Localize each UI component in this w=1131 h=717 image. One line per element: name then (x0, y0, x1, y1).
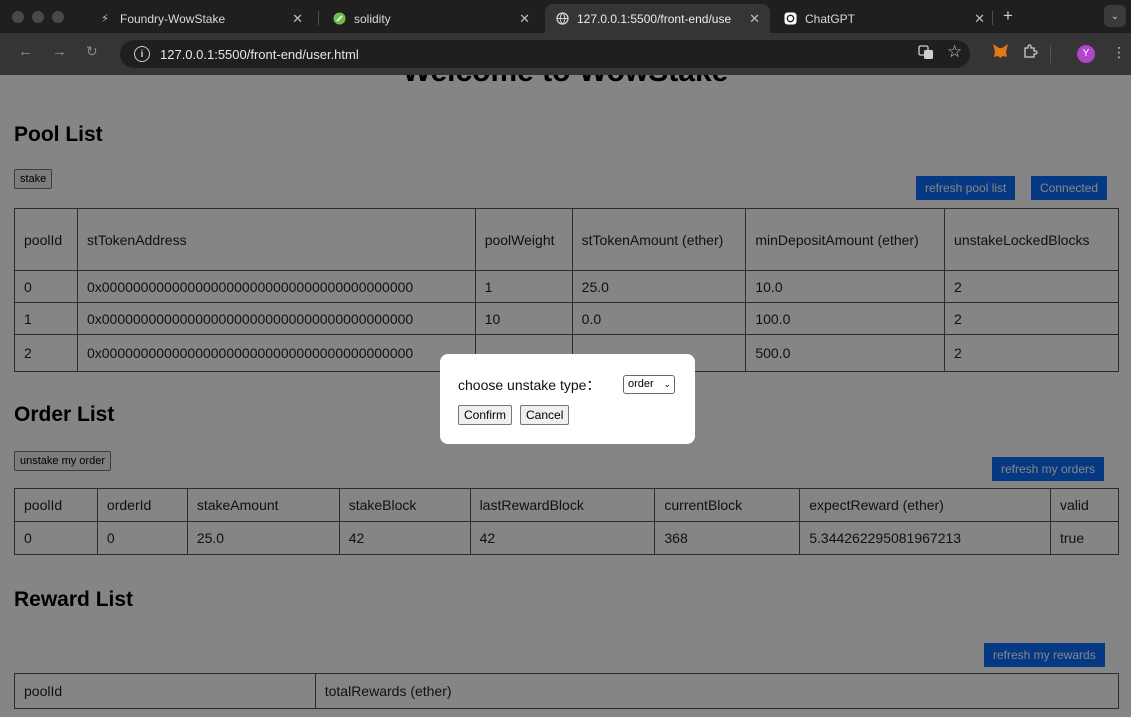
address-bar[interactable]: i 127.0.0.1:5500/front-end/user.html (120, 40, 970, 68)
tab-separator (318, 11, 319, 25)
browser-tab-foundry[interactable]: ⚡ Foundry-WowStake ✕ (88, 4, 313, 33)
browser-tab-bar: ⚡ Foundry-WowStake ✕ solidity ✕ 127.0.0.… (0, 0, 1131, 33)
tab-title: solidity (354, 11, 391, 26)
window-zoom-control[interactable] (52, 11, 64, 23)
tab-search-icon[interactable]: ⌄ (1104, 5, 1126, 27)
unstake-type-selected-value: order (628, 378, 654, 390)
url-text: 127.0.0.1:5500/front-end/user.html (160, 46, 359, 62)
unstake-type-dialog: choose unstake type： order ⌄ Confirm Can… (440, 354, 695, 444)
reload-icon[interactable]: ↻ (86, 43, 98, 60)
browser-tab-solidity[interactable]: solidity ✕ (322, 4, 540, 33)
window-close-control[interactable] (12, 11, 24, 23)
tab-title: 127.0.0.1:5500/front-end/use (577, 11, 732, 26)
profile-avatar[interactable]: Y (1077, 45, 1095, 63)
tab-title: ChatGPT (805, 11, 856, 26)
foundry-icon: ⚡ (101, 13, 109, 25)
extensions-puzzle-icon[interactable] (1022, 43, 1038, 62)
back-arrow-icon[interactable]: ← (18, 43, 33, 60)
chatgpt-icon (783, 12, 797, 26)
site-info-icon[interactable]: i (134, 46, 150, 62)
new-tab-icon[interactable]: + (1003, 6, 1013, 26)
close-icon[interactable]: ✕ (292, 11, 303, 27)
unstake-type-label: choose unstake type： (458, 377, 601, 393)
unstake-type-select[interactable]: order ⌄ (623, 375, 675, 394)
window-minimize-control[interactable] (32, 11, 44, 23)
browser-toolbar: ← → ↻ i 127.0.0.1:5500/front-end/user.ht… (0, 33, 1131, 75)
browser-menu-icon[interactable]: ⋮ (1112, 44, 1126, 61)
translate-icon[interactable] (918, 44, 934, 63)
browser-tab-active-page[interactable]: 127.0.0.1:5500/front-end/use ✕ (545, 4, 770, 33)
forward-arrow-icon[interactable]: → (52, 43, 67, 60)
cancel-button[interactable]: Cancel (520, 405, 570, 425)
close-icon[interactable]: ✕ (749, 11, 760, 27)
bookmark-star-icon[interactable]: ☆ (947, 42, 962, 62)
close-icon[interactable]: ✕ (519, 11, 530, 27)
chevron-down-icon: ⌄ (663, 379, 671, 389)
tab-separator (992, 11, 993, 25)
toolbar-divider (1050, 45, 1051, 63)
globe-icon (555, 12, 569, 26)
solidity-icon (332, 12, 346, 26)
confirm-button[interactable]: Confirm (458, 405, 513, 425)
browser-tab-chatgpt[interactable]: ChatGPT ✕ (773, 4, 995, 33)
close-icon[interactable]: ✕ (974, 11, 985, 27)
tab-title: Foundry-WowStake (120, 11, 226, 26)
metamask-fox-icon[interactable] (992, 43, 1009, 62)
